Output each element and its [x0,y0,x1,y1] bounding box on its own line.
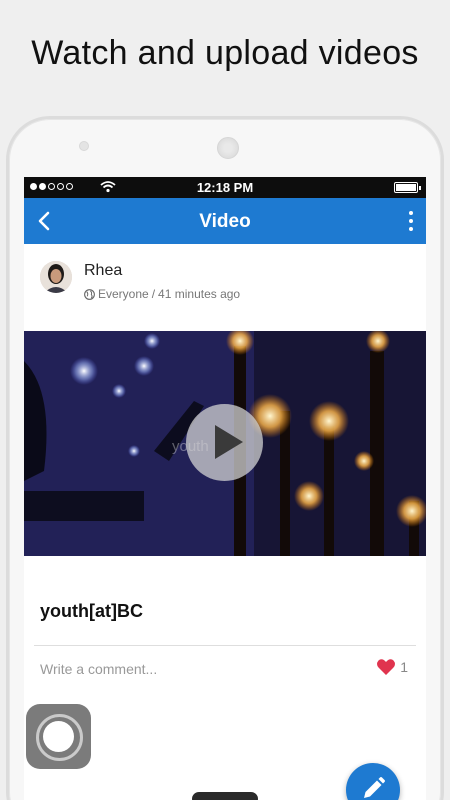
app-bar: Video [24,198,426,244]
divider [34,645,416,646]
promo-headline: Watch and upload videos [31,34,419,72]
like-button[interactable]: 1 [376,658,408,676]
play-icon[interactable] [186,404,263,481]
earpiece-speaker [217,137,239,159]
post-header: Rhea Everyone / 41 minutes ago [24,244,426,331]
status-time: 12:18 PM [196,180,254,195]
meta-separator: / [151,287,156,301]
assistive-touch-icon[interactable] [26,704,91,769]
globe-icon [84,288,95,300]
post-meta: Everyone / 41 minutes ago [84,287,240,301]
battery-icon [394,182,421,193]
status-bar: 12:18 PM [24,177,426,198]
pencil-icon [364,777,385,798]
post-time: 41 minutes ago [158,287,241,301]
front-camera [79,141,89,151]
page-title: Video [199,211,251,232]
post-title: youth[at]BC [40,601,143,621]
like-count: 1 [400,659,408,675]
comment-input[interactable]: Write a comment... [40,661,157,677]
avatar[interactable] [40,261,72,293]
home-indicator [192,792,258,800]
audience-label: Everyone [98,287,149,301]
heart-icon [377,659,396,675]
more-vertical-icon[interactable] [408,211,414,231]
video-player[interactable]: youth [24,331,426,556]
author-name[interactable]: Rhea [84,262,122,280]
